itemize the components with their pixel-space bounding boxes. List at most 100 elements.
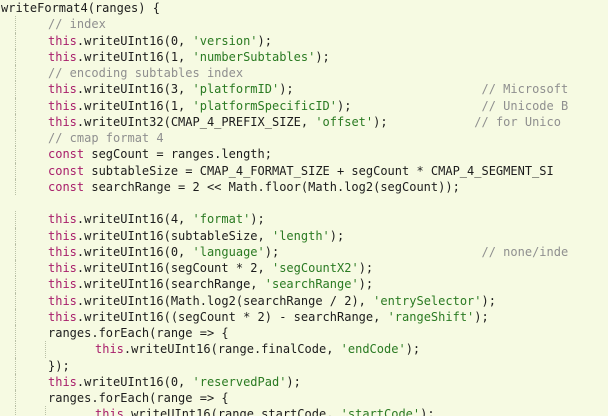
indent-guide (15, 276, 16, 293)
indent-guide (15, 260, 16, 277)
code-line: this.writeUInt16(0, 'reservedPad'); (0, 373, 608, 390)
code-token: ); (373, 114, 475, 129)
code-token: this (95, 342, 124, 357)
code-token: ); (420, 407, 435, 416)
code-token: ); (329, 228, 345, 243)
code-token: this (48, 33, 77, 48)
code-token: 'format' (192, 212, 251, 227)
code-token: segCount = ranges.length; (84, 147, 272, 162)
indent-guide (15, 146, 16, 163)
code-token: 'segCountX2' (271, 261, 359, 275)
code-token: 'platformID' (192, 82, 280, 97)
code-line: ranges.forEach(range => { (0, 325, 608, 342)
code-line: this.writeUInt32(CMAP_4_PREFIX_SIZE, 'of… (0, 113, 608, 130)
code-token: .writeUInt16(range.startCode, (123, 407, 341, 416)
code-token: this (48, 277, 77, 292)
code-token: }); (48, 358, 70, 373)
code-token: this (48, 244, 77, 259)
code-token: 'offset' (315, 114, 374, 129)
code-token: const (48, 163, 85, 178)
code-token: ); (358, 277, 374, 292)
code-token: writeFormat4(ranges) { (1, 1, 160, 15)
indent-guide (45, 341, 46, 358)
indent-guide (15, 65, 16, 82)
code-token: ); (405, 342, 421, 357)
code-line: ranges.forEach(range => { (0, 390, 608, 407)
code-token: const (48, 179, 85, 194)
code-token: 'searchRange' (264, 277, 359, 292)
code-token: 'entrySelector' (373, 293, 482, 308)
code-token: .writeUInt16(3, (76, 82, 193, 97)
code-line: this.writeUInt16((segCount * 2) - search… (0, 308, 608, 325)
code-token: 'endCode' (340, 342, 406, 357)
indent-guide (15, 16, 16, 33)
code-line: this.writeUInt16(3, 'platformID'); // Mi… (0, 81, 608, 98)
code-token: // Microsoft (481, 82, 569, 97)
code-token: ); (337, 98, 482, 113)
code-line: }); (0, 357, 608, 374)
code-line: const subtableSize = CMAP_4_FORMAT_SIZE … (0, 162, 608, 179)
code-token: this (48, 98, 77, 113)
code-token: .writeUInt16(0, (76, 244, 193, 259)
indent-guide (15, 178, 16, 195)
code-line: this.writeUInt16(range.startCode, 'start… (0, 406, 608, 416)
code-token: const (48, 147, 85, 162)
code-token: .writeUInt16(subtableSize, (76, 228, 272, 243)
code-token: ); (481, 293, 496, 308)
indent-guide (15, 406, 16, 416)
indent-guide (15, 48, 16, 65)
code-line: writeFormat4(ranges) { (0, 0, 608, 16)
code-line: this.writeUInt16(0, 'version'); (0, 32, 608, 49)
code-token: ); (358, 261, 374, 275)
indent-guide (15, 357, 16, 374)
indent-guide (15, 227, 16, 244)
code-token: .writeUInt16(Math.log2(searchRange / 2), (76, 293, 374, 308)
code-line: this.writeUInt16(0, 'language'); // none… (0, 243, 608, 260)
indent-guide (15, 97, 16, 114)
code-token: 'rangeShift' (387, 309, 475, 324)
code-token: subtableSize = CMAP_4_FORMAT_SIZE + segC… (84, 163, 554, 178)
code-token: this (48, 309, 77, 324)
code-token: // encoding subtables index (48, 66, 244, 80)
code-token: 'numberSubtables' (192, 49, 316, 64)
indent-guide (15, 308, 16, 325)
code-token: ); (286, 374, 301, 389)
code-token: .writeUInt16((segCount * 2) - searchRang… (76, 309, 388, 324)
indent-guide (15, 113, 16, 130)
indent-guide (15, 373, 16, 390)
code-token: ); (257, 33, 272, 48)
code-line: this.writeUInt16(Math.log2(searchRange /… (0, 292, 608, 309)
code-line: this.writeUInt16(segCount * 2, 'segCount… (0, 260, 608, 277)
code-token: 'version' (192, 33, 258, 48)
code-token: .writeUInt16(searchRange, (76, 277, 265, 292)
code-token: .writeUInt16(4, (76, 212, 193, 227)
code-token: this (48, 261, 77, 275)
code-token: this (48, 212, 77, 227)
code-token: ); (279, 82, 482, 97)
code-token: 'length' (271, 228, 330, 243)
code-line: const searchRange = 2 << Math.floor(Math… (0, 178, 608, 195)
code-token: 'startCode' (340, 407, 421, 416)
indent-guide (15, 325, 16, 342)
code-line: this.writeUInt16(subtableSize, 'length')… (0, 227, 608, 244)
code-token: this (48, 114, 77, 129)
code-editor[interactable]: writeFormat4(ranges) {// index this.write… (0, 0, 608, 416)
code-line: // encoding subtables index (0, 65, 608, 82)
code-token: this (48, 374, 77, 389)
indent-guide (15, 292, 16, 309)
code-token: 'reservedPad' (192, 374, 287, 389)
code-token: // index (48, 17, 106, 32)
code-token: searchRange = 2 << Math.floor(Math.log2(… (84, 179, 460, 194)
code-line: // index (0, 16, 608, 33)
code-token: this (48, 82, 77, 97)
indent-guide (15, 211, 16, 228)
code-token: this (48, 49, 77, 64)
code-line: this.writeUInt16(4, 'format'); (0, 211, 608, 228)
code-line: this.writeUInt16(range.finalCode, 'endCo… (0, 341, 608, 358)
code-token: .writeUInt32(CMAP_4_PREFIX_SIZE, (76, 114, 316, 129)
code-token: .writeUInt16(1, (76, 98, 193, 113)
indent-guide (15, 32, 16, 49)
code-token: 'platformSpecificID' (192, 98, 338, 113)
indent-guide (15, 243, 16, 260)
